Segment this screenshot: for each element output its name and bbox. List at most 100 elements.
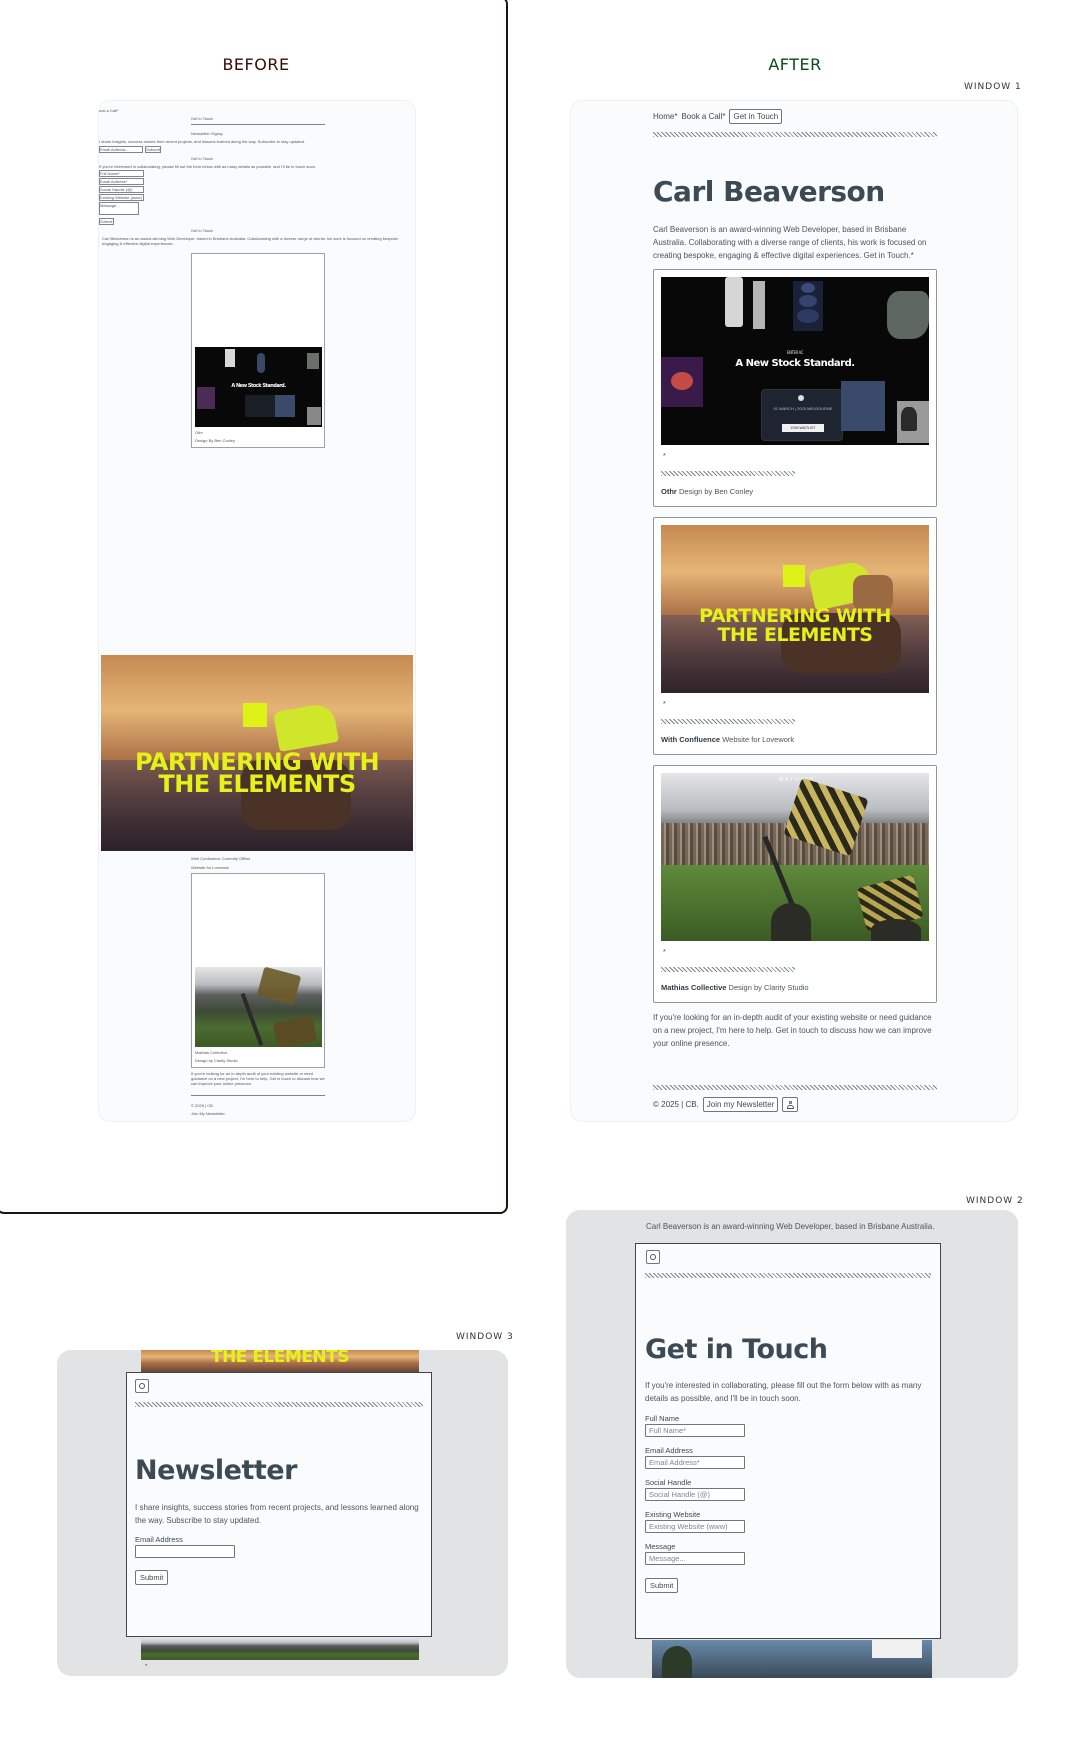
newsletter-title: Newsletter bbox=[135, 1455, 297, 1486]
before-full-name[interactable]: Full Name* bbox=[99, 170, 144, 177]
before-get-in-touch-3: Get in Touch bbox=[191, 228, 214, 233]
input-website[interactable]: Existing Website (www) bbox=[645, 1520, 745, 1533]
project-caption-1: Othr Design by Ben Conley bbox=[661, 487, 753, 496]
modal-divider bbox=[645, 1273, 931, 1278]
label-email: Email Address bbox=[645, 1446, 693, 1455]
window-2-behind-text: Carl Beaverson is an award-winning Web D… bbox=[646, 1222, 935, 1231]
solar-line2: THE ELEMENTS bbox=[717, 624, 873, 646]
before-get-in-touch-link[interactable]: Get in Touch bbox=[191, 116, 213, 121]
get-in-touch-modal: Get in Touch If you're interested in col… bbox=[635, 1243, 941, 1639]
before-copyright: © 2025 | CB bbox=[191, 1103, 213, 1108]
after-heading: AFTER bbox=[768, 55, 822, 74]
before-footer-divider bbox=[191, 1095, 325, 1096]
project-card-othr[interactable]: ENTER AC A New Stock Standard. 01 MARCH … bbox=[653, 269, 937, 507]
submit-button[interactable]: Submit bbox=[645, 1578, 679, 1593]
before-email-input[interactable]: Email Address... bbox=[99, 146, 143, 153]
project-marker-3: * bbox=[663, 949, 666, 956]
before-join-newsletter[interactable]: Join My Newsletter bbox=[191, 1111, 225, 1116]
before-message[interactable]: Message... bbox=[99, 202, 139, 215]
confluence-sun-logo bbox=[783, 565, 805, 587]
close-button[interactable] bbox=[646, 1250, 660, 1264]
before-mathias-credit: Design by Clarity Studio bbox=[195, 1058, 238, 1063]
before-othr-headline: A New Stock Standard. bbox=[231, 383, 286, 389]
window-3-behind-image: THE ELEMENTS bbox=[141, 1350, 419, 1374]
othr-card-button: JOIN WAITLIST bbox=[782, 424, 824, 432]
input-full-name[interactable]: Full Name* bbox=[645, 1424, 745, 1437]
newsletter-intro: I share insights, success stories from r… bbox=[135, 1503, 419, 1525]
label-full-name: Full Name bbox=[645, 1414, 680, 1423]
window-2-tag: WINDOW 2 bbox=[966, 1196, 1024, 1206]
before-othr-image: A New Stock Standard. bbox=[195, 347, 322, 427]
before-othr-name: Othr bbox=[195, 430, 203, 435]
othr-headline: A New Stock Standard. bbox=[735, 358, 855, 369]
input-message[interactable]: Message... bbox=[645, 1552, 745, 1565]
newsletter-submit-button[interactable]: Submit bbox=[135, 1570, 169, 1585]
project-name-mathias: Mathias Collective bbox=[661, 983, 727, 992]
before-mathias-card[interactable]: Mathias Collective Design by Clarity Stu… bbox=[191, 873, 325, 1068]
before-website[interactable]: Existing Website (www) bbox=[99, 194, 144, 201]
newsletter-close-button[interactable] bbox=[135, 1379, 149, 1393]
person-icon bbox=[786, 1100, 794, 1109]
newsletter-email-input[interactable] bbox=[135, 1545, 235, 1558]
nav-book-call[interactable]: Book a Call* bbox=[681, 112, 725, 121]
before-confluence-name: Web Confluence Currently Offline bbox=[191, 856, 251, 861]
nav-bar: Home* Book a Call* Get in Touch bbox=[653, 109, 783, 124]
footer-divider bbox=[653, 1085, 937, 1090]
project-divider-1 bbox=[661, 471, 795, 476]
after-page: Home* Book a Call* Get in Touch Carl Bea… bbox=[570, 100, 1018, 1122]
window-3-tag: WINDOW 3 bbox=[456, 1332, 514, 1342]
bio-text: Carl Beaverson is an award-winning Web D… bbox=[653, 225, 927, 260]
label-website: Existing Website bbox=[645, 1510, 701, 1519]
person-icon-button[interactable] bbox=[782, 1097, 799, 1112]
before-confluence-image[interactable]: PARTNERING WITH THE ELEMENTS bbox=[101, 655, 413, 851]
join-newsletter-button[interactable]: Join my Newsletter bbox=[702, 1097, 779, 1112]
modal-title: Get in Touch bbox=[645, 1334, 828, 1365]
othr-card-mock: 01 MARCH | 2025 MELBOURNE JOIN WAITLIST bbox=[761, 389, 843, 441]
project-card-mathias[interactable]: MATHIAS * Mathias Collective Design by C… bbox=[653, 765, 937, 1003]
window-2-behind-image bbox=[652, 1640, 932, 1678]
project-credit-othr: Design by Ben Conley bbox=[678, 487, 754, 496]
before-othr-credit: Design By Ben Conley bbox=[195, 438, 236, 443]
project-caption-3: Mathias Collective Design by Clarity Stu… bbox=[661, 983, 809, 992]
before-cta: If you're looking for an in-depth audit … bbox=[191, 1071, 325, 1086]
before-solar-line2: THE ELEMENTS bbox=[158, 770, 356, 798]
before-mathias-image bbox=[195, 967, 322, 1047]
nav-home[interactable]: Home* bbox=[653, 112, 677, 121]
before-othr-card[interactable]: A New Stock Standard. Othr Design By Ben… bbox=[191, 253, 325, 448]
footer-bar: © 2025 | CB. Join my Newsletter bbox=[653, 1097, 799, 1112]
nav-get-in-touch-button[interactable]: Get in Touch bbox=[729, 109, 783, 124]
before-confluence-credit: Website for Lovework bbox=[191, 865, 230, 870]
close-icon bbox=[650, 1254, 656, 1260]
project-marker-1: * bbox=[663, 453, 666, 460]
mathias-image: MATHIAS bbox=[661, 773, 929, 941]
nav-divider bbox=[653, 132, 937, 137]
page-title: Carl Beaverson bbox=[653, 175, 885, 208]
cta-text: If you're looking for an in-depth audit … bbox=[653, 1013, 932, 1048]
input-social[interactable]: Social Handle (@) bbox=[645, 1488, 745, 1501]
project-divider-2 bbox=[661, 719, 795, 724]
project-name-confluence: With Confluence bbox=[661, 735, 721, 744]
project-caption-2: With Confluence Website for Lovework bbox=[661, 735, 794, 744]
before-newsletter-signup: Newsletter Signup bbox=[191, 131, 224, 136]
project-marker-2: * bbox=[663, 701, 666, 708]
othr-image: ENTER AC A New Stock Standard. 01 MARCH … bbox=[661, 277, 929, 445]
before-email[interactable]: Email Address* bbox=[99, 178, 144, 185]
modal-intro: If you're interested in collaborating, p… bbox=[645, 1381, 922, 1403]
project-card-confluence[interactable]: PARTNERING WITH THE ELEMENTS * With Conf… bbox=[653, 517, 937, 755]
newsletter-email-label: Email Address bbox=[135, 1535, 183, 1544]
before-book-call[interactable]: ook a Call* bbox=[99, 108, 118, 113]
before-submit[interactable]: Submit bbox=[99, 218, 114, 225]
othr-card-text: 01 MARCH | 2025 MELBOURNE bbox=[773, 406, 833, 411]
window-3: THE ELEMENTS * Newsletter I share insigh… bbox=[57, 1350, 508, 1676]
project-name-othr: Othr bbox=[661, 487, 677, 496]
newsletter-modal: Newsletter I share insights, success sto… bbox=[126, 1372, 432, 1637]
window-3-behind-text: THE ELEMENTS bbox=[210, 1350, 350, 1367]
project-credit-confluence: Website for Lovework bbox=[722, 735, 795, 744]
before-social[interactable]: Social Handle (@) bbox=[99, 186, 144, 193]
before-contact-text: If you're interested in collaborating, p… bbox=[99, 164, 317, 169]
input-email[interactable]: Email Address* bbox=[645, 1456, 745, 1469]
before-subscribe-button[interactable]: Subscribe bbox=[145, 146, 161, 153]
before-newsletter-text: I share insights, success stories from r… bbox=[99, 139, 306, 144]
label-social: Social Handle bbox=[645, 1478, 692, 1487]
close-icon bbox=[139, 1383, 145, 1389]
